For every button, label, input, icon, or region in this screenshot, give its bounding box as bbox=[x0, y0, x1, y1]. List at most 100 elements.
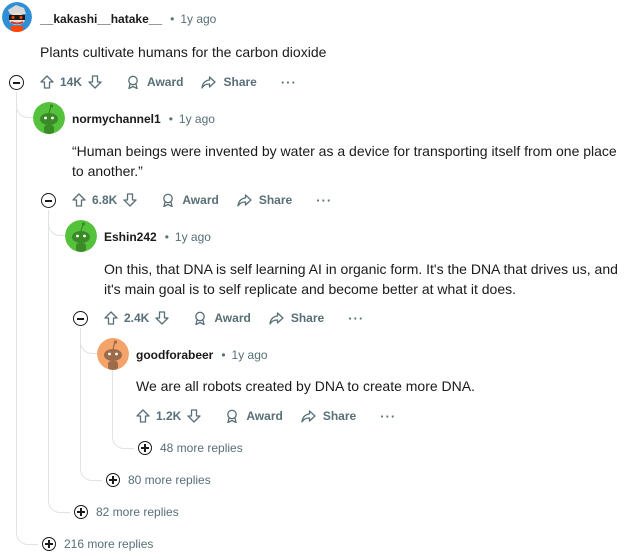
comment-text: On this, that DNA is self learning AI in… bbox=[104, 261, 618, 297]
expand-plus-icon bbox=[138, 441, 152, 455]
share-icon bbox=[269, 312, 284, 325]
username[interactable]: __kakashi__hatake__ bbox=[40, 12, 162, 26]
share-label: Share bbox=[223, 75, 257, 89]
award-button[interactable]: Award bbox=[161, 193, 219, 207]
separator-dot: • bbox=[164, 230, 169, 244]
share-icon bbox=[301, 410, 316, 423]
comment-meta: Eshin242 • 1y ago bbox=[104, 230, 211, 244]
award-button[interactable]: Award bbox=[193, 311, 251, 325]
award-icon bbox=[128, 75, 138, 89]
more-replies-button[interactable]: 48 more replies bbox=[138, 441, 243, 455]
more-options-button[interactable]: ··· bbox=[316, 193, 332, 208]
award-icon bbox=[163, 193, 174, 207]
more-replies-button[interactable]: 80 more replies bbox=[106, 473, 211, 487]
thread-line-1[interactable] bbox=[16, 92, 17, 532]
thread-elbow-2 bbox=[48, 210, 66, 236]
comment-text: Plants cultivate humans for the carbon d… bbox=[40, 44, 327, 60]
downvote-icon bbox=[155, 311, 170, 325]
more-options-button[interactable]: ··· bbox=[281, 75, 297, 90]
separator-dot: • bbox=[168, 112, 173, 126]
downvote-button[interactable] bbox=[155, 311, 170, 325]
thread-elbow-3 bbox=[80, 328, 98, 354]
share-button[interactable]: Share bbox=[237, 193, 292, 207]
award-icon bbox=[195, 311, 206, 325]
more-options-button[interactable]: ··· bbox=[348, 311, 364, 326]
more-replies-label: 48 more replies bbox=[160, 441, 243, 455]
action-bar: 14K Award Share ··· bbox=[40, 70, 297, 94]
downvote-button[interactable] bbox=[88, 75, 102, 89]
separator-dot: • bbox=[221, 348, 226, 362]
timestamp[interactable]: 1y ago bbox=[232, 348, 268, 362]
action-bar: 1.2K Award Share ··· bbox=[136, 404, 396, 428]
share-button[interactable]: Share bbox=[269, 311, 324, 325]
upvote-button[interactable] bbox=[72, 193, 86, 207]
avatar[interactable] bbox=[2, 2, 32, 32]
share-icon bbox=[237, 194, 252, 207]
snoo-avatar-icon bbox=[97, 338, 129, 370]
share-button[interactable]: Share bbox=[301, 409, 356, 423]
award-label: Award bbox=[182, 193, 219, 207]
snoo-avatar-icon bbox=[65, 220, 97, 252]
upvote-button[interactable] bbox=[104, 311, 118, 325]
thread-elbow-2b bbox=[48, 480, 70, 513]
downvote-icon bbox=[187, 409, 202, 423]
collapse-toggle[interactable] bbox=[73, 311, 88, 326]
snoo-avatar-icon bbox=[2, 2, 32, 32]
timestamp[interactable]: 1y ago bbox=[179, 112, 215, 126]
thread-elbow-1 bbox=[16, 92, 34, 118]
timestamp[interactable]: 1y ago bbox=[180, 12, 216, 26]
comment-meta: __kakashi__hatake__ • 1y ago bbox=[40, 12, 216, 26]
expand-plus-icon bbox=[42, 537, 56, 551]
expand-plus-icon bbox=[106, 473, 120, 487]
share-label: Share bbox=[290, 311, 325, 325]
expand-plus-icon bbox=[74, 505, 88, 519]
share-icon bbox=[201, 76, 217, 89]
more-replies-label: 216 more replies bbox=[64, 537, 154, 551]
upvote-icon bbox=[136, 409, 150, 423]
comment-text: “Human beings were invented by water as … bbox=[72, 143, 617, 179]
thread-elbow-4 bbox=[112, 370, 134, 449]
snoo-avatar-icon bbox=[33, 102, 65, 134]
avatar[interactable] bbox=[65, 220, 97, 252]
username[interactable]: goodforabeer bbox=[136, 348, 213, 362]
downvote-icon bbox=[88, 75, 102, 89]
award-label: Award bbox=[214, 311, 251, 325]
timestamp[interactable]: 1y ago bbox=[175, 230, 211, 244]
upvote-icon bbox=[104, 311, 118, 325]
downvote-button[interactable] bbox=[187, 409, 202, 423]
downvote-button[interactable] bbox=[123, 193, 138, 207]
award-icon bbox=[227, 409, 238, 423]
award-label: Award bbox=[147, 75, 184, 89]
username[interactable]: normychannel1 bbox=[72, 112, 161, 126]
comment-meta: goodforabeer • 1y ago bbox=[136, 348, 268, 362]
more-options-button[interactable]: ··· bbox=[380, 409, 396, 424]
collapse-toggle[interactable] bbox=[9, 75, 24, 90]
vote-count: 2.4K bbox=[124, 311, 150, 325]
more-replies-button[interactable]: 216 more replies bbox=[42, 537, 153, 551]
more-replies-label: 82 more replies bbox=[96, 505, 179, 519]
comment-text: We are all robots created by DNA to crea… bbox=[136, 378, 475, 394]
share-label: Share bbox=[258, 193, 293, 207]
share-button[interactable]: Share bbox=[201, 75, 257, 89]
share-label: Share bbox=[322, 409, 357, 423]
avatar[interactable] bbox=[33, 102, 65, 134]
more-replies-button[interactable]: 82 more replies bbox=[74, 505, 179, 519]
award-button[interactable]: Award bbox=[225, 409, 283, 423]
thread-line-2[interactable] bbox=[48, 210, 49, 500]
award-label: Award bbox=[246, 409, 283, 423]
more-replies-label: 80 more replies bbox=[128, 473, 211, 487]
upvote-button[interactable] bbox=[136, 409, 150, 423]
comment-meta: normychannel1 • 1y ago bbox=[72, 112, 215, 126]
username[interactable]: Eshin242 bbox=[104, 230, 157, 244]
vote-count: 14K bbox=[60, 75, 83, 89]
separator-dot: • bbox=[170, 12, 175, 26]
award-button[interactable]: Award bbox=[126, 75, 183, 89]
avatar[interactable] bbox=[97, 338, 129, 370]
action-bar: 6.8K Award Share ··· bbox=[72, 188, 332, 212]
thread-elbow-1b bbox=[16, 500, 38, 545]
vote-count: 6.8K bbox=[92, 193, 118, 207]
collapse-toggle[interactable] bbox=[41, 193, 56, 208]
upvote-icon bbox=[72, 193, 86, 207]
upvote-button[interactable] bbox=[40, 75, 54, 89]
downvote-icon bbox=[123, 193, 138, 207]
